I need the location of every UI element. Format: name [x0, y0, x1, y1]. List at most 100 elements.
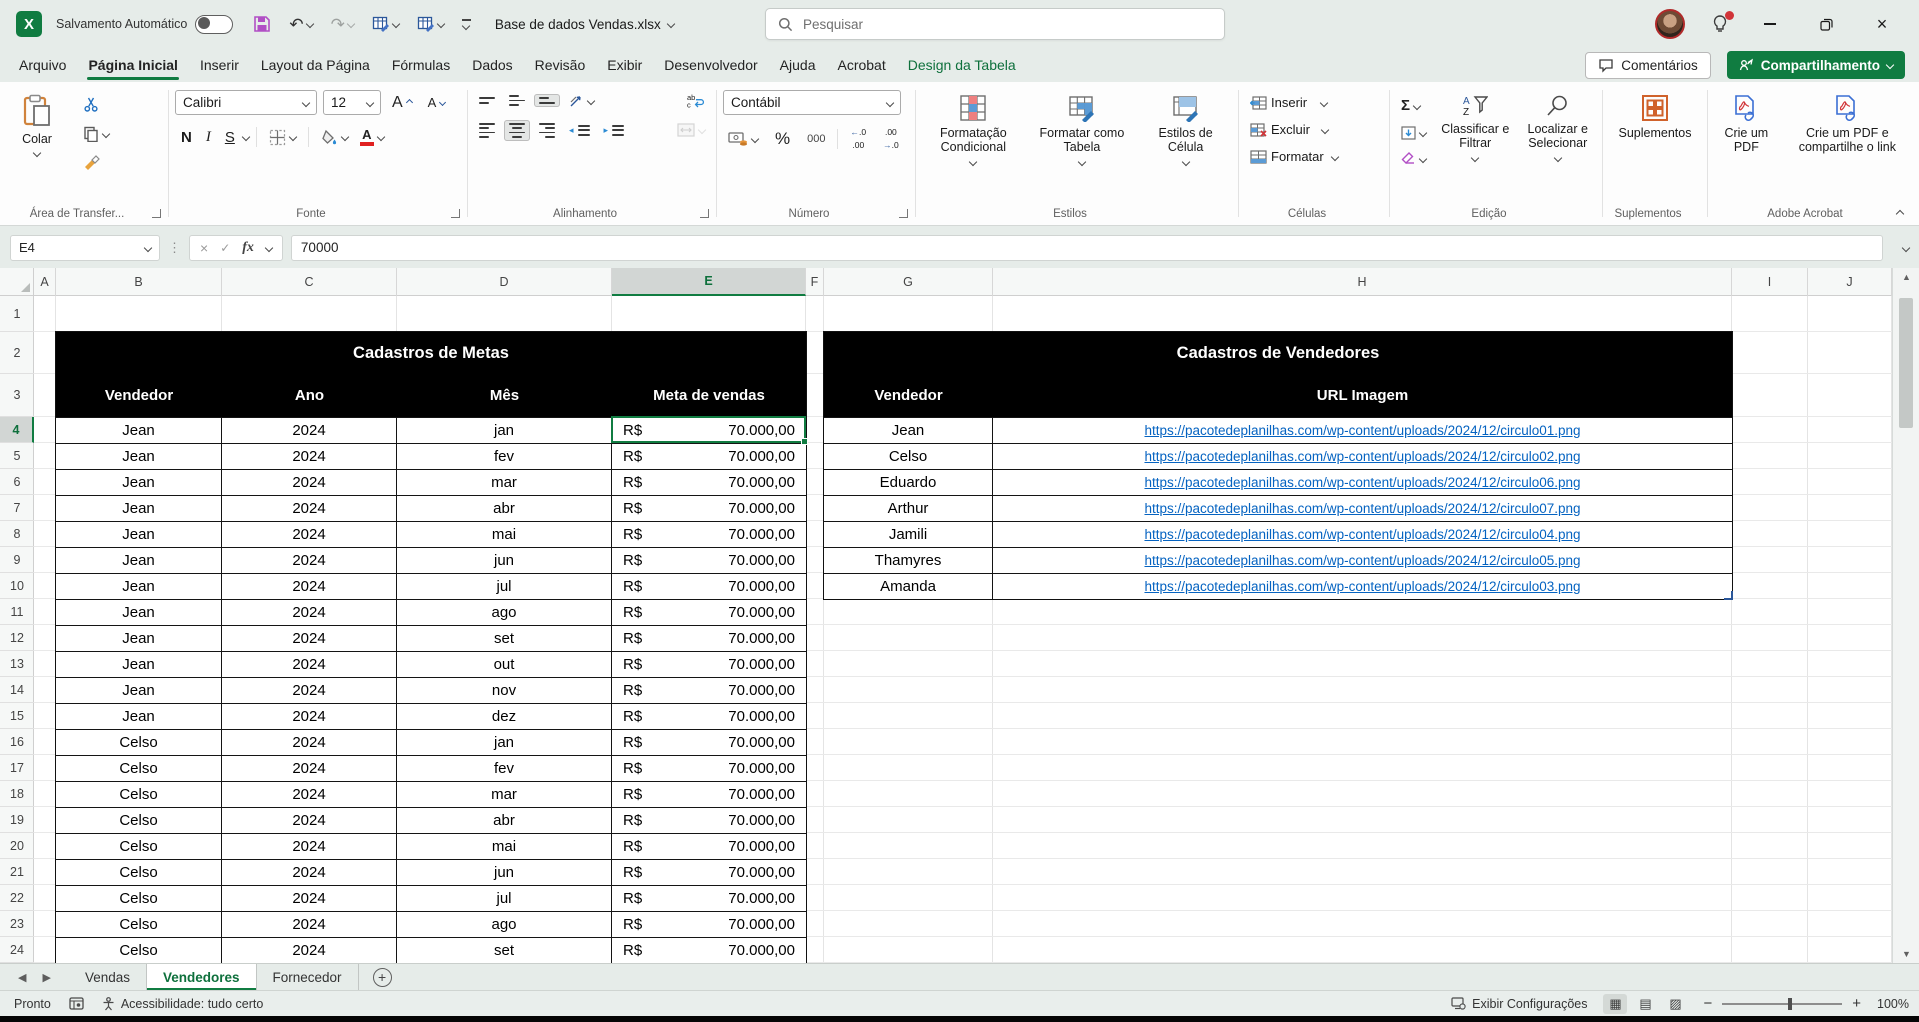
- function-dropdown[interactable]: [265, 243, 273, 251]
- save-button[interactable]: [249, 11, 275, 37]
- formula-input[interactable]: 70000: [291, 235, 1883, 261]
- align-left-button[interactable]: [474, 120, 500, 141]
- merge-center-button[interactable]: [672, 120, 710, 140]
- zoom-percentage[interactable]: 100%: [1877, 997, 1909, 1011]
- cell[interactable]: jul: [397, 886, 612, 911]
- column-header-D[interactable]: D: [397, 268, 612, 296]
- decrease-indent-button[interactable]: ◂: [564, 122, 595, 139]
- quick-access-table-tool-2[interactable]: [413, 11, 448, 37]
- minimize-button[interactable]: [1755, 9, 1785, 39]
- find-select-button[interactable]: Localizar e Selecionar: [1520, 90, 1597, 201]
- cell[interactable]: jan: [397, 418, 612, 443]
- cell[interactable]: Celso: [56, 808, 222, 833]
- metas-header-vendedor[interactable]: Vendedor: [56, 374, 222, 417]
- ribbon-tab-inserir[interactable]: Inserir: [189, 50, 250, 82]
- column-header-G[interactable]: G: [824, 268, 993, 296]
- cell[interactable]: Jean: [56, 496, 222, 521]
- cell[interactable]: out: [397, 652, 612, 677]
- cut-button[interactable]: [78, 94, 114, 116]
- underline-button[interactable]: S: [219, 127, 241, 148]
- cell[interactable]: Jean: [56, 652, 222, 677]
- row-header-7[interactable]: 7: [0, 495, 34, 521]
- image-url-link[interactable]: https://pacotedeplanilhas.com/wp-content…: [1144, 475, 1580, 490]
- cell[interactable]: 2024: [222, 574, 397, 599]
- cell[interactable]: 2024: [222, 704, 397, 729]
- cell[interactable]: 2024: [222, 860, 397, 885]
- select-all-corner[interactable]: [0, 268, 34, 296]
- cell-meta-vendas[interactable]: R$70.000,00: [612, 886, 806, 911]
- italic-button[interactable]: I: [200, 127, 217, 148]
- restore-button[interactable]: [1811, 9, 1841, 39]
- create-pdf-share-button[interactable]: Crie um PDF e compartilhe o link: [1785, 90, 1910, 201]
- row-header-24[interactable]: 24: [0, 937, 34, 963]
- insert-cells-button[interactable]: Inserir: [1245, 92, 1383, 113]
- row-header-15[interactable]: 15: [0, 703, 34, 729]
- row-header-10[interactable]: 10: [0, 573, 34, 599]
- autosum-button[interactable]: Σ: [1396, 94, 1431, 117]
- search-input[interactable]: Pesquisar: [765, 8, 1225, 40]
- ribbon-tab-desenvolvedor[interactable]: Desenvolvedor: [653, 50, 768, 82]
- cell[interactable]: Celso: [56, 860, 222, 885]
- page-layout-view-button[interactable]: ▤: [1633, 994, 1657, 1014]
- row-header-2[interactable]: 2: [0, 332, 34, 374]
- sheet-tab-vendedores[interactable]: Vendedores: [147, 964, 257, 990]
- font-name-combo[interactable]: Calibri: [175, 90, 317, 115]
- cell[interactable]: mar: [397, 782, 612, 807]
- cell[interactable]: Celso: [56, 886, 222, 911]
- cell-meta-vendas[interactable]: R$70.000,00: [612, 652, 806, 677]
- align-center-button[interactable]: [504, 120, 530, 141]
- cell-meta-vendas[interactable]: R$70.000,00: [612, 496, 806, 521]
- row-header-22[interactable]: 22: [0, 885, 34, 911]
- image-url-link[interactable]: https://pacotedeplanilhas.com/wp-content…: [1144, 449, 1580, 464]
- cell[interactable]: Jean: [56, 600, 222, 625]
- name-box[interactable]: E4: [10, 235, 160, 261]
- row-header-16[interactable]: 16: [0, 729, 34, 755]
- cell[interactable]: 2024: [222, 444, 397, 469]
- ribbon-tab-revisão[interactable]: Revisão: [524, 50, 597, 82]
- image-url-link[interactable]: https://pacotedeplanilhas.com/wp-content…: [1144, 423, 1580, 438]
- user-avatar[interactable]: [1655, 9, 1685, 39]
- number-dialog-launcher[interactable]: [899, 209, 908, 218]
- cell[interactable]: Celso: [56, 912, 222, 937]
- clear-button[interactable]: [1396, 149, 1431, 168]
- cell[interactable]: Jean: [56, 678, 222, 703]
- column-header-C[interactable]: C: [222, 268, 397, 296]
- ribbon-tab-acrobat[interactable]: Acrobat: [826, 50, 896, 82]
- quick-access-table-tool-1[interactable]: [368, 11, 403, 37]
- decrease-decimal-button[interactable]: .00→.0: [878, 125, 904, 152]
- cell[interactable]: 2024: [222, 496, 397, 521]
- column-header-A[interactable]: A: [34, 268, 56, 296]
- scroll-down-arrow[interactable]: ▼: [1893, 949, 1919, 959]
- comments-button[interactable]: Comentários: [1585, 52, 1711, 79]
- metas-header-mês[interactable]: Mês: [397, 374, 612, 417]
- ribbon-tab-design-da-tabela[interactable]: Design da Tabela: [897, 50, 1027, 82]
- create-pdf-button[interactable]: Crie um PDF: [1714, 90, 1779, 201]
- cell[interactable]: fev: [397, 756, 612, 781]
- cell-meta-vendas[interactable]: R$70.000,00: [612, 574, 806, 599]
- cell[interactable]: 2024: [222, 522, 397, 547]
- redo-button[interactable]: ↷: [327, 12, 358, 37]
- row-header-4[interactable]: 4: [0, 417, 34, 443]
- cell[interactable]: Jean: [56, 626, 222, 651]
- cell-vendedor[interactable]: Thamyres: [824, 548, 993, 573]
- autosave-toggle[interactable]: [195, 15, 233, 34]
- cell-meta-vendas[interactable]: R$70.000,00: [612, 704, 806, 729]
- row-header-5[interactable]: 5: [0, 443, 34, 469]
- zoom-slider-handle[interactable]: [1788, 998, 1792, 1010]
- format-cells-button[interactable]: Formatar: [1245, 146, 1383, 167]
- row-header-14[interactable]: 14: [0, 677, 34, 703]
- cell-meta-vendas[interactable]: R$70.000,00: [612, 756, 806, 781]
- accounting-format-button[interactable]: [723, 128, 763, 149]
- cell[interactable]: 2024: [222, 756, 397, 781]
- cell[interactable]: 2024: [222, 808, 397, 833]
- copy-button[interactable]: [78, 123, 114, 145]
- row-header-18[interactable]: 18: [0, 781, 34, 807]
- align-right-button[interactable]: [534, 120, 560, 141]
- row-header-9[interactable]: 9: [0, 547, 34, 573]
- cancel-entry-button[interactable]: ×: [200, 240, 208, 256]
- cell[interactable]: mar: [397, 470, 612, 495]
- bold-button[interactable]: N: [175, 127, 198, 148]
- cell[interactable]: Jean: [56, 704, 222, 729]
- font-size-combo[interactable]: 12: [323, 90, 381, 115]
- cell-meta-vendas[interactable]: R$70.000,00: [612, 730, 806, 755]
